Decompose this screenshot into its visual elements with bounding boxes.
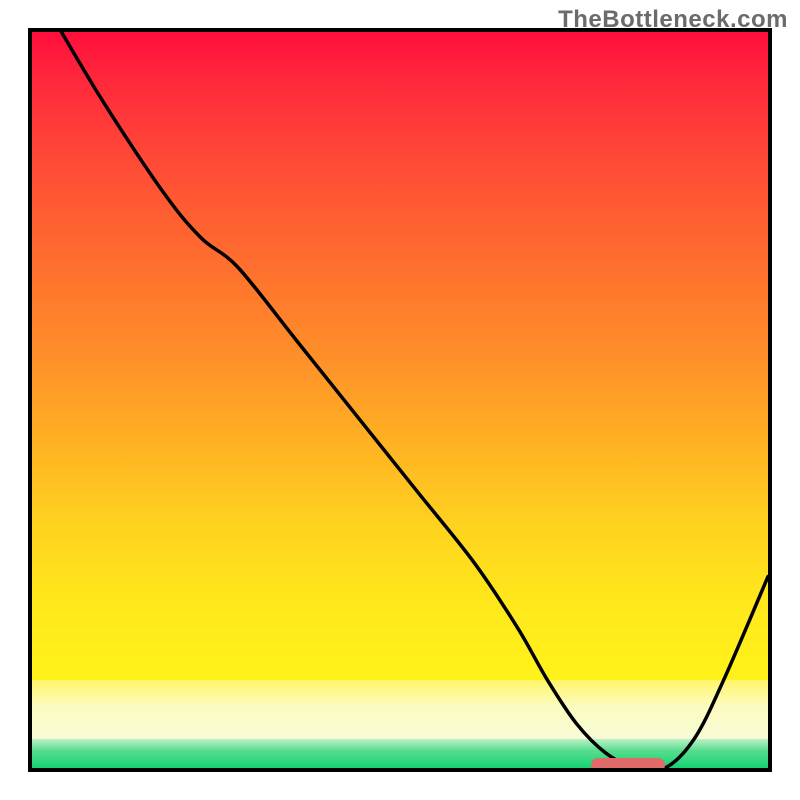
bottleneck-curve — [32, 32, 768, 768]
chart-root: TheBottleneck.com — [0, 0, 800, 800]
curve-path — [61, 32, 768, 768]
watermark-text: TheBottleneck.com — [558, 6, 788, 34]
optimal-range-marker — [591, 758, 665, 772]
plot-frame — [28, 28, 772, 772]
